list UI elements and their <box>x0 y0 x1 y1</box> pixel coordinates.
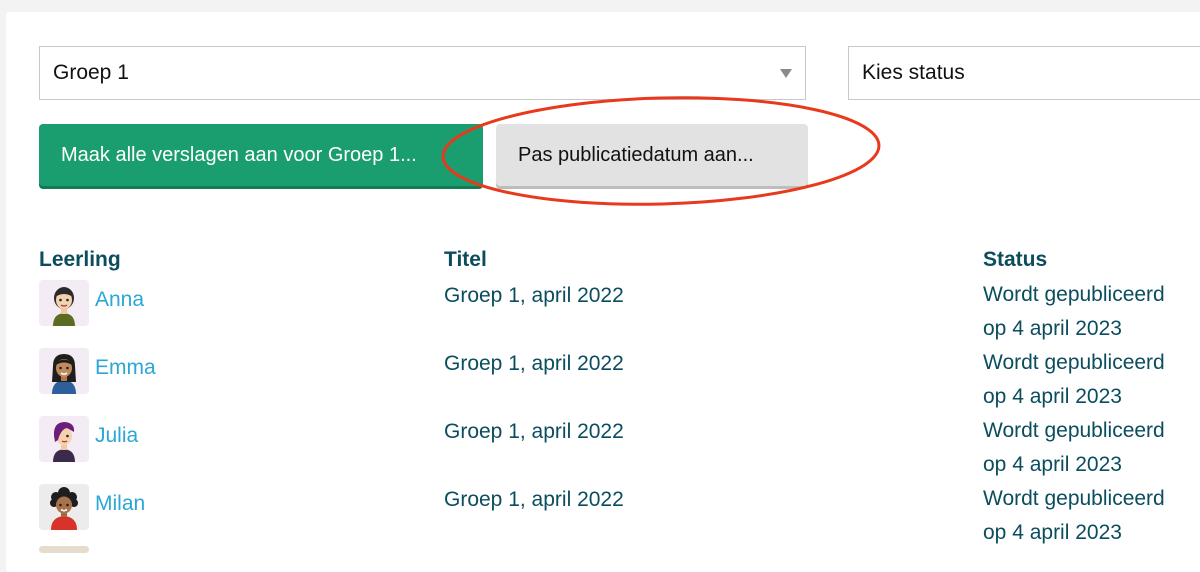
status-date: op 4 april 2023 <box>983 453 1122 476</box>
status-text: Wordt gepubliceerd op 4 april 2023 <box>983 278 1200 346</box>
table-row: Julia Groep 1, april 2022 Wordt gepublic… <box>0 414 1200 482</box>
status-date: op 4 april 2023 <box>983 521 1122 544</box>
create-reports-label: Maak alle verslagen aan voor Groep 1... <box>61 143 417 166</box>
status-select-value: Kies status <box>862 61 965 84</box>
student-name-link[interactable]: Milan <box>95 492 145 516</box>
status-text: Wordt gepubliceerd op 4 april 2023 <box>983 414 1200 482</box>
student-name-link[interactable]: Anna <box>95 288 144 312</box>
adjust-publication-date-button[interactable]: Pas publicatiedatum aan... <box>496 124 808 186</box>
student-name-link[interactable]: Emma <box>95 356 156 380</box>
status-line: Wordt gepubliceerd <box>983 283 1165 306</box>
avatar <box>39 348 89 394</box>
status-date: op 4 april 2023 <box>983 317 1122 340</box>
avatar <box>39 484 89 530</box>
avatar <box>39 416 89 462</box>
student-name-link[interactable]: Julia <box>95 424 138 448</box>
status-line: Wordt gepubliceerd <box>983 419 1165 442</box>
report-title: Groep 1, april 2022 <box>444 352 624 375</box>
column-header-student[interactable]: Leerling <box>39 248 121 272</box>
table-row: Anna Groep 1, april 2022 Wordt gepublice… <box>0 278 1200 346</box>
status-line: Wordt gepubliceerd <box>983 351 1165 374</box>
report-title: Groep 1, april 2022 <box>444 284 624 307</box>
report-title: Groep 1, april 2022 <box>444 420 624 443</box>
status-text: Wordt gepubliceerd op 4 april 2023 <box>983 482 1200 550</box>
status-line: Wordt gepubliceerd <box>983 487 1165 510</box>
status-select[interactable]: Kies status <box>848 46 1200 100</box>
group-select[interactable]: Groep 1 <box>39 46 806 100</box>
avatar <box>39 546 89 553</box>
avatar <box>39 280 89 326</box>
create-reports-button[interactable]: Maak alle verslagen aan voor Groep 1... <box>39 124 483 186</box>
status-text: Wordt gepubliceerd op 4 april 2023 <box>983 346 1200 414</box>
table-row: Milan Groep 1, april 2022 Wordt gepublic… <box>0 482 1200 550</box>
adjust-publication-date-label: Pas publicatiedatum aan... <box>518 143 754 166</box>
report-title: Groep 1, april 2022 <box>444 488 624 511</box>
column-header-title[interactable]: Titel <box>444 248 487 272</box>
status-date: op 4 april 2023 <box>983 385 1122 408</box>
group-select-value: Groep 1 <box>53 61 129 84</box>
chevron-down-icon <box>780 69 792 78</box>
table-row: Emma Groep 1, april 2022 Wordt gepublice… <box>0 346 1200 414</box>
column-header-status[interactable]: Status <box>983 248 1047 272</box>
